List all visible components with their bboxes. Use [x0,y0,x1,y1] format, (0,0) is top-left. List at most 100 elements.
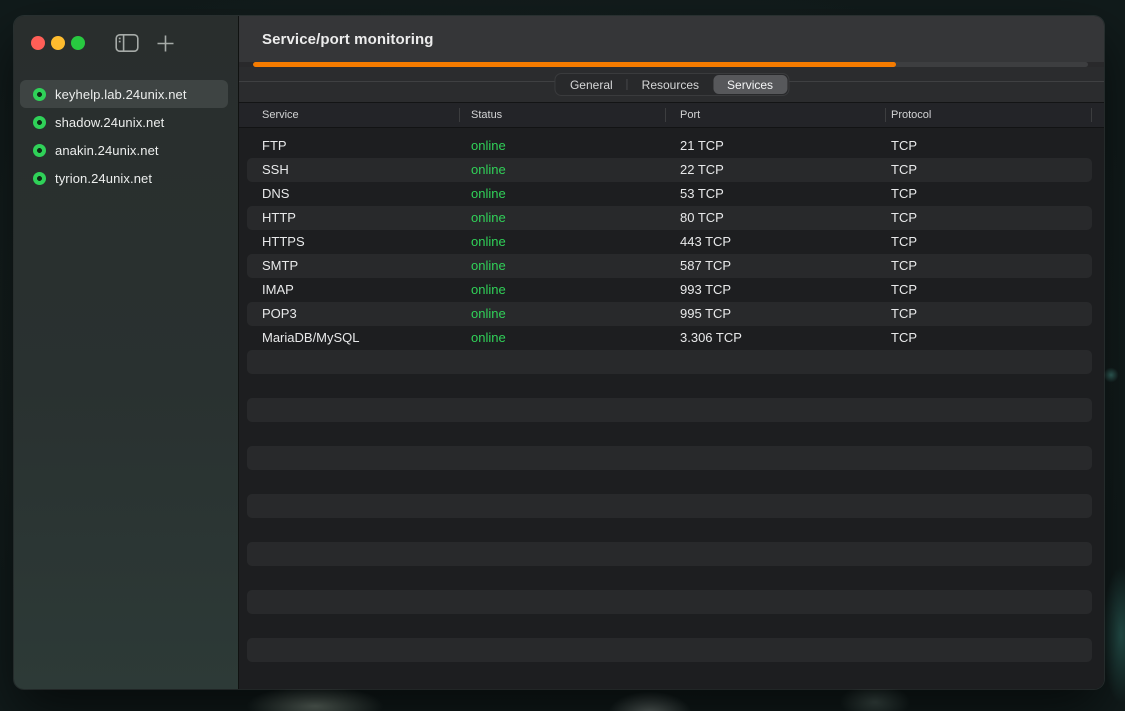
service-cell: MariaDB/MySQL [262,326,360,350]
status-cell: online [471,254,506,278]
minimize-button[interactable] [51,36,65,50]
protocol-cell: TCP [891,302,917,326]
table-header: Service Status Port Protocol [239,103,1104,128]
table-row-empty [247,470,1092,494]
server-status-icon [33,172,46,185]
table-row-empty [247,566,1092,590]
sidebar: keyhelp.lab.24unix.net shadow.24unix.net a… [14,16,239,689]
column-header-status[interactable]: Status [471,103,502,127]
tab-services[interactable]: Services [713,75,787,94]
column-separator [459,108,460,122]
zoom-button[interactable] [71,36,85,50]
titlebar: Service/port monitoring [239,16,1104,62]
table-row-empty [247,350,1092,374]
window-controls [31,36,85,50]
service-cell: DNS [262,182,289,206]
service-table: FTP online 21 TCP TCP SSH online 22 TCP TCP DNS o… [239,128,1104,689]
table-row[interactable]: DNS online 53 TCP TCP [247,182,1092,206]
server-name: tyrion.24unix.net [55,171,152,186]
status-cell: online [471,158,506,182]
tab-general[interactable]: General [556,75,627,94]
protocol-cell: TCP [891,206,917,230]
port-cell: 587 TCP [680,254,731,278]
table-row[interactable]: HTTPS online 443 TCP TCP [247,230,1092,254]
service-cell: SSH [262,158,289,182]
port-cell: 22 TCP [680,158,724,182]
app-window: keyhelp.lab.24unix.net shadow.24unix.net a… [14,16,1104,689]
sidebar-toggle-icon [115,33,139,53]
column-header-protocol[interactable]: Protocol [891,103,931,127]
sidebar-item-tyrion[interactable]: tyrion.24unix.net [20,164,228,192]
service-cell: HTTPS [262,230,305,254]
server-status-icon [33,144,46,157]
table-row-empty [247,422,1092,446]
column-separator [1091,108,1092,122]
port-cell: 993 TCP [680,278,731,302]
server-name: shadow.24unix.net [55,115,164,130]
column-separator [885,108,886,122]
table-row-empty [247,494,1092,518]
table-row[interactable]: HTTP online 80 TCP TCP [247,206,1092,230]
table-row[interactable]: POP3 online 995 TCP TCP [247,302,1092,326]
tab-bar: GeneralResourcesServices [239,67,1104,103]
port-cell: 3.306 TCP [680,326,742,350]
server-status-icon [33,116,46,129]
status-cell: online [471,326,506,350]
protocol-cell: TCP [891,230,917,254]
status-cell: online [471,182,506,206]
sidebar-toggle-button[interactable] [115,33,139,53]
service-cell: IMAP [262,278,294,302]
service-cell: FTP [262,134,287,158]
table-row-empty [247,662,1092,686]
service-cell: SMTP [262,254,298,278]
service-cell: POP3 [262,302,297,326]
port-cell: 995 TCP [680,302,731,326]
protocol-cell: TCP [891,254,917,278]
table-row[interactable]: SMTP online 587 TCP TCP [247,254,1092,278]
protocol-cell: TCP [891,182,917,206]
column-header-service[interactable]: Service [262,103,299,127]
status-cell: online [471,230,506,254]
status-cell: online [471,302,506,326]
sidebar-toolbar [14,16,238,70]
port-cell: 53 TCP [680,182,724,206]
plus-icon [156,34,175,53]
table-row[interactable]: MariaDB/MySQL online 3.306 TCP TCP [247,326,1092,350]
sidebar-item-shadow[interactable]: shadow.24unix.net [20,108,228,136]
table-row-empty [247,614,1092,638]
table-row[interactable]: IMAP online 993 TCP TCP [247,278,1092,302]
column-separator [665,108,666,122]
protocol-cell: TCP [891,134,917,158]
column-header-port[interactable]: Port [680,103,700,127]
table-row-empty [247,542,1092,566]
server-list: keyhelp.lab.24unix.net shadow.24unix.net a… [14,80,238,192]
add-server-button[interactable] [156,34,175,53]
protocol-cell: TCP [891,158,917,182]
table-row-empty [247,374,1092,398]
service-cell: HTTP [262,206,296,230]
table-row-empty [247,638,1092,662]
sidebar-item-anakin[interactable]: anakin.24unix.net [20,136,228,164]
tab-resources[interactable]: Resources [628,75,713,94]
table-row-empty [247,590,1092,614]
status-cell: online [471,206,506,230]
page-title: Service/port monitoring [262,31,434,48]
tab-control: GeneralResourcesServices [554,73,789,96]
server-status-icon [33,88,46,101]
port-cell: 21 TCP [680,134,724,158]
table-row-empty [247,518,1092,542]
sidebar-item-keyhelp[interactable]: keyhelp.lab.24unix.net [20,80,228,108]
status-cell: online [471,278,506,302]
close-button[interactable] [31,36,45,50]
port-cell: 443 TCP [680,230,731,254]
protocol-cell: TCP [891,326,917,350]
server-name: anakin.24unix.net [55,143,159,158]
table-row[interactable]: FTP online 21 TCP TCP [247,134,1092,158]
port-cell: 80 TCP [680,206,724,230]
protocol-cell: TCP [891,278,917,302]
table-row-empty [247,398,1092,422]
table-row[interactable]: SSH online 22 TCP TCP [247,158,1092,182]
server-name: keyhelp.lab.24unix.net [55,87,187,102]
table-row-empty [247,446,1092,470]
status-cell: online [471,134,506,158]
